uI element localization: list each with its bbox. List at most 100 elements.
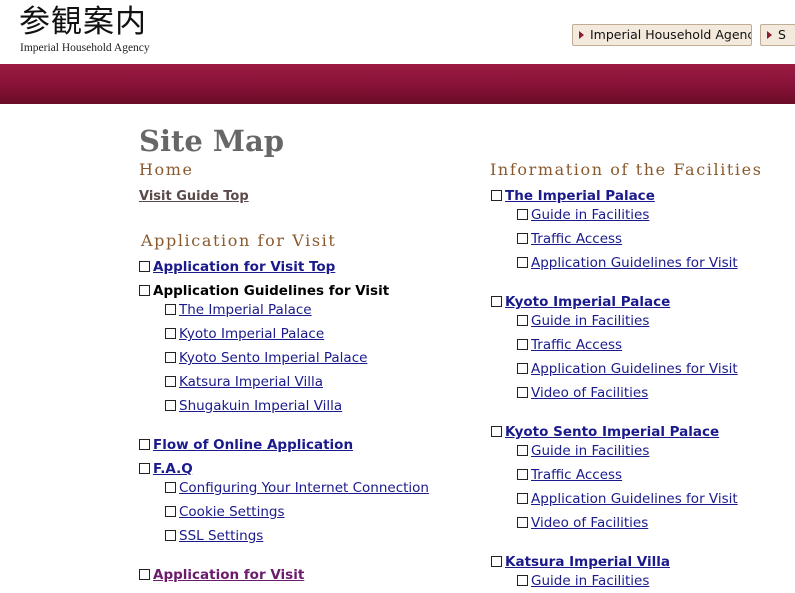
checkbox-icon [517,209,528,220]
list-item: Application for Visit Top [139,258,335,276]
facility-katsura-imperial-villa-link[interactable]: Katsura Imperial Villa [505,554,670,570]
checkbox-icon [517,469,528,480]
video-of-facilities-link[interactable]: Video of Facilities [531,515,648,531]
second-header-button[interactable]: S [760,24,795,46]
list-item: Guide in Facilities [517,572,649,590]
list-item: Traffic Access [517,230,622,248]
list-item: Katsura Imperial Villa [165,373,323,391]
checkbox-icon [165,352,176,363]
application-guidelines-label: Application Guidelines for Visit [153,283,390,299]
facility-kyoto-imperial-palace-link[interactable]: Kyoto Imperial Palace [505,294,670,310]
checkbox-icon [491,296,502,307]
checkbox-icon [165,530,176,541]
checkbox-icon [491,426,502,437]
list-item: Video of Facilities [517,514,648,532]
list-item: The Imperial Palace [165,301,312,319]
list-item: Traffic Access [517,336,622,354]
imperial-palace-link[interactable]: The Imperial Palace [179,302,312,318]
list-item: Shugakuin Imperial Villa [165,397,342,415]
list-item: Flow of Online Application [139,436,353,454]
list-item: Application for Visit [139,566,304,584]
home-heading: Home [139,160,194,179]
guide-in-facilities-link[interactable]: Guide in Facilities [531,443,649,459]
traffic-access-link[interactable]: Traffic Access [531,231,622,247]
facility-imperial-palace-link[interactable]: The Imperial Palace [505,188,655,204]
checkbox-icon [139,569,150,580]
checkbox-icon [517,517,528,528]
configuring-internet-connection-link[interactable]: Configuring Your Internet Connection [179,480,429,496]
guide-in-facilities-link[interactable]: Guide in Facilities [531,573,649,589]
checkbox-icon [165,400,176,411]
checkbox-icon [139,285,150,296]
kyoto-sento-imperial-palace-link[interactable]: Kyoto Sento Imperial Palace [179,350,367,366]
flow-of-online-application-link[interactable]: Flow of Online Application [153,437,353,453]
ssl-settings-link[interactable]: SSL Settings [179,528,263,544]
list-item: Katsura Imperial Villa [491,553,670,571]
application-heading: Application for Visit [141,231,337,250]
list-item: Guide in Facilities [517,442,649,460]
faq-link[interactable]: F.A.Q [153,461,193,477]
checkbox-icon [491,190,502,201]
checkbox-icon [139,439,150,450]
list-item: Kyoto Sento Imperial Palace [491,423,719,441]
checkbox-icon [165,506,176,517]
list-item: SSL Settings [165,527,263,545]
checkbox-icon [517,233,528,244]
checkbox-icon [165,482,176,493]
list-item: Kyoto Imperial Palace [491,293,670,311]
katsura-imperial-villa-link[interactable]: Katsura Imperial Villa [179,374,323,390]
header-band [0,64,795,104]
checkbox-icon [139,463,150,474]
video-of-facilities-link[interactable]: Video of Facilities [531,385,648,401]
checkbox-icon [517,445,528,456]
application-guidelines-link[interactable]: Application Guidelines for Visit [531,491,738,507]
cookie-settings-link[interactable]: Cookie Settings [179,504,284,520]
checkbox-icon [517,257,528,268]
list-item: Guide in Facilities [517,206,649,224]
list-item: The Imperial Palace [491,187,655,205]
list-item: Cookie Settings [165,503,284,521]
list-item: F.A.Q [139,460,193,478]
triangle-right-icon [767,31,772,39]
checkbox-icon [517,493,528,504]
list-item: Application Guidelines for Visit [517,360,738,378]
checkbox-icon [165,304,176,315]
logo-english[interactable]: Imperial Household Agency [20,42,150,54]
list-item: Guide in Facilities [517,312,649,330]
button-label: Imperial Household Agency [590,27,752,42]
traffic-access-link[interactable]: Traffic Access [531,467,622,483]
list-item: Application Guidelines for Visit [517,490,738,508]
checkbox-icon [517,363,528,374]
kyoto-imperial-palace-link[interactable]: Kyoto Imperial Palace [179,326,324,342]
checkbox-icon [491,556,502,567]
facilities-heading: Information of the Facilities [490,160,763,179]
guide-in-facilities-link[interactable]: Guide in Facilities [531,207,649,223]
application-guidelines-link[interactable]: Application Guidelines for Visit [531,255,738,271]
traffic-access-link[interactable]: Traffic Access [531,337,622,353]
triangle-right-icon [579,31,584,39]
shugakuin-imperial-villa-link[interactable]: Shugakuin Imperial Villa [179,398,342,414]
list-item: Application Guidelines for Visit [139,282,389,300]
list-item: Configuring Your Internet Connection [165,479,429,497]
facility-kyoto-sento-link[interactable]: Kyoto Sento Imperial Palace [505,424,719,440]
list-item: Kyoto Sento Imperial Palace [165,349,367,367]
list-item: Application Guidelines for Visit [517,254,738,272]
checkbox-icon [517,387,528,398]
button-label: S [778,27,786,42]
checkbox-icon [517,575,528,586]
page-title: Site Map [139,124,285,158]
imperial-household-agency-button[interactable]: Imperial Household Agency [572,24,752,46]
list-item: Traffic Access [517,466,622,484]
guide-in-facilities-link[interactable]: Guide in Facilities [531,313,649,329]
application-guidelines-link[interactable]: Application Guidelines for Visit [531,361,738,377]
list-item: Kyoto Imperial Palace [165,325,324,343]
application-for-visit-link[interactable]: Application for Visit [153,567,304,583]
application-for-visit-top-link[interactable]: Application for Visit Top [153,259,335,275]
checkbox-icon [517,339,528,350]
site-header: 参観案内 Imperial Household Agency Imperial … [0,0,795,64]
visit-guide-top-link-row: Visit Guide Top [139,187,249,206]
list-item: Video of Facilities [517,384,648,402]
logo-japanese[interactable]: 参観案内 [19,2,147,42]
visit-guide-top-link[interactable]: Visit Guide Top [139,189,249,204]
checkbox-icon [165,376,176,387]
